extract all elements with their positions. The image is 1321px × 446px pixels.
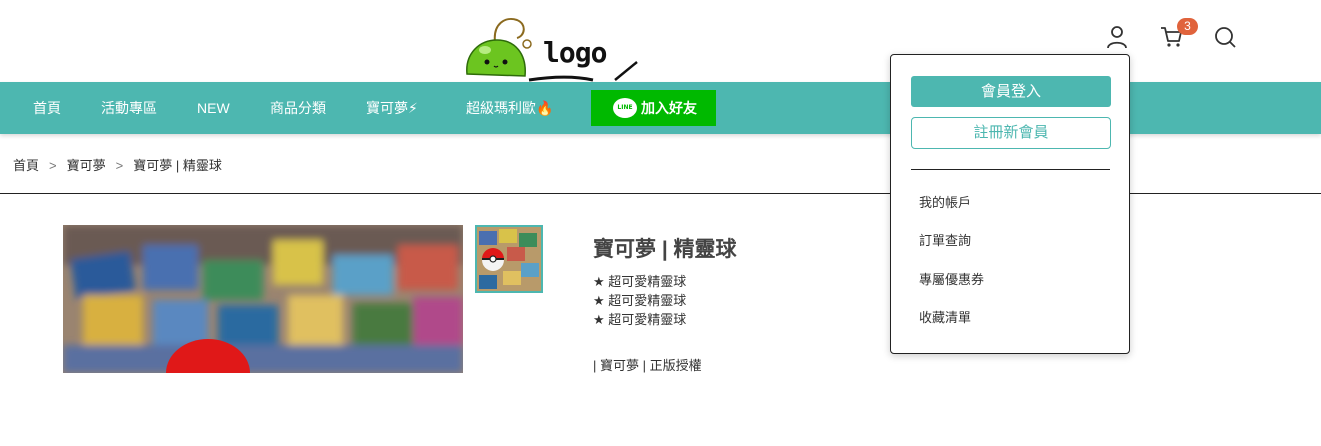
product-features: ★ 超可愛精靈球 ★ 超可愛精靈球 ★ 超可愛精靈球: [593, 272, 686, 329]
nav-item-home[interactable]: 首頁: [33, 82, 61, 134]
product-tags: | 寶可夢 | 正版授權: [593, 358, 702, 373]
breadcrumb-separator: >: [49, 158, 57, 173]
line-add-friend-button[interactable]: LINE 加入好友: [591, 90, 716, 126]
menu-item-my-account[interactable]: 我的帳戶: [919, 192, 971, 211]
feature-line: ★ 超可愛精靈球: [593, 293, 687, 308]
user-icon[interactable]: [1104, 24, 1130, 50]
product-thumbnail[interactable]: [475, 225, 543, 293]
dropdown-divider: [911, 169, 1110, 170]
nav-item-new[interactable]: NEW: [197, 82, 230, 134]
nav-item-super-mario[interactable]: 超級瑪利歐🔥: [466, 82, 553, 134]
search-icon[interactable]: [1212, 24, 1238, 50]
menu-item-coupons[interactable]: 專屬優惠券: [919, 269, 984, 288]
menu-item-wishlist[interactable]: 收藏清單: [919, 307, 971, 326]
breadcrumb-home[interactable]: 首頁: [13, 158, 39, 173]
account-dropdown: 會員登入 註冊新會員 我的帳戶 訂單查詢 專屬優惠券 收藏清單: [890, 54, 1130, 354]
nav-item-categories[interactable]: 商品分類: [270, 82, 326, 134]
menu-item-order-lookup[interactable]: 訂單查詢: [919, 230, 971, 249]
member-login-button[interactable]: 會員登入: [911, 76, 1111, 107]
product-main-image[interactable]: [63, 225, 463, 373]
breadcrumb: 首頁 > 寶可夢 > 寶可夢 | 精靈球: [13, 155, 222, 174]
line-button-label: 加入好友: [641, 100, 697, 116]
product-title: 寶可夢 | 精靈球: [593, 238, 737, 261]
nav-item-pokemon[interactable]: 寶可夢⚡: [366, 82, 418, 134]
feature-line: ★ 超可愛精靈球: [593, 312, 687, 327]
breadcrumb-current: 寶可夢 | 精靈球: [133, 158, 222, 173]
line-icon: LINE: [613, 98, 637, 118]
cart-count-badge: 3: [1177, 18, 1198, 35]
logo-text: logo: [543, 36, 607, 69]
breadcrumb-pokemon[interactable]: 寶可夢: [67, 158, 106, 173]
nav-item-events[interactable]: 活動專區: [101, 82, 157, 134]
feature-line: ★ 超可愛精靈球: [593, 274, 687, 289]
breadcrumb-separator: >: [115, 158, 124, 173]
register-button[interactable]: 註冊新會員: [911, 117, 1111, 149]
site-logo[interactable]: logo: [465, 14, 645, 82]
